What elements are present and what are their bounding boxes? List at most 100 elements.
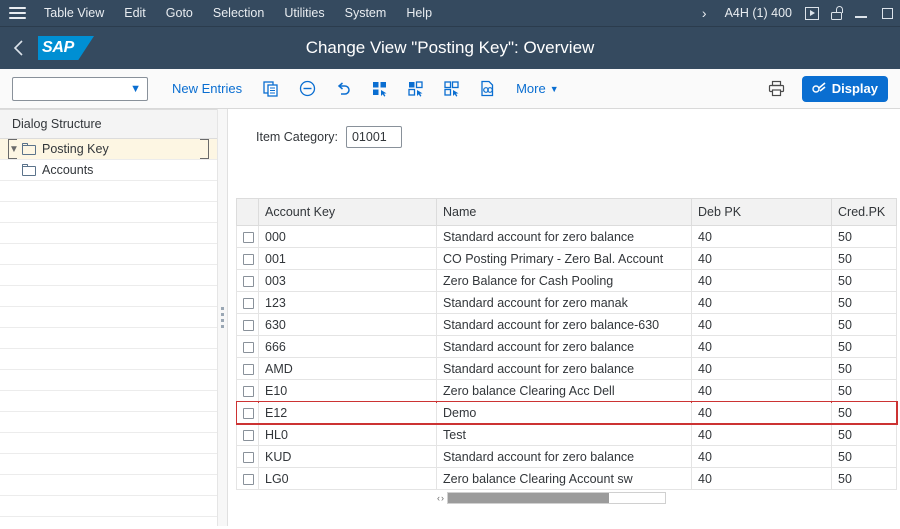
table-row[interactable]: AMD Standard account for zero balance 40…	[236, 357, 897, 380]
row-checkbox-cell[interactable]	[236, 423, 259, 446]
table-row[interactable]: 123 Standard account for zero manak 40 5…	[236, 291, 897, 314]
cell-name: Standard account for zero balance-630	[436, 313, 692, 336]
menu-item-edit[interactable]: Edit	[114, 0, 156, 27]
cell-cred-pk: 50	[831, 467, 897, 490]
row-checkbox-cell[interactable]	[236, 357, 259, 380]
table-row[interactable]: 666 Standard account for zero balance 40…	[236, 335, 897, 358]
item-category-value[interactable]: 01001	[345, 126, 402, 148]
row-checkbox-cell[interactable]	[236, 467, 259, 490]
more-menu-button[interactable]: More ▼	[506, 75, 569, 103]
scrollbar-thumb[interactable]	[448, 493, 609, 503]
menu-item-utilities[interactable]: Utilities	[274, 0, 334, 27]
undo-icon[interactable]	[326, 74, 360, 104]
hamburger-menu-icon[interactable]	[0, 0, 34, 27]
table-row[interactable]: 630 Standard account for zero balance-63…	[236, 313, 897, 336]
row-checkbox[interactable]	[243, 341, 254, 353]
menu-item-system[interactable]: System	[335, 0, 397, 27]
tree-empty-row	[0, 307, 217, 328]
scroll-left-icon[interactable]: ‹	[437, 493, 440, 503]
window-minimize-button[interactable]	[848, 0, 874, 27]
new-entries-button[interactable]: New Entries	[162, 75, 252, 103]
row-checkbox-cell[interactable]	[236, 335, 259, 358]
cell-account-key: E10	[258, 379, 437, 402]
delete-icon[interactable]	[290, 74, 324, 104]
table-horizontal-scrollbar[interactable]: ‹ ›	[434, 491, 666, 505]
sidebar-item-posting-key[interactable]: ▼ Posting Key	[0, 139, 217, 160]
column-header-name[interactable]: Name	[436, 198, 692, 226]
row-checkbox[interactable]	[243, 319, 254, 331]
chevron-down-icon[interactable]: ▼	[6, 144, 22, 155]
row-checkbox[interactable]	[243, 253, 254, 265]
back-button[interactable]	[0, 27, 36, 69]
menu-item-selection[interactable]: Selection	[203, 0, 274, 27]
lock-icon[interactable]	[824, 0, 848, 27]
row-checkbox[interactable]	[243, 473, 254, 485]
cell-name: Test	[436, 423, 692, 446]
table-row[interactable]: KUD Standard account for zero balance 40…	[236, 445, 897, 468]
scroll-right-icon[interactable]: ›	[441, 493, 444, 503]
print-icon[interactable]	[760, 74, 794, 104]
cell-deb-pk: 40	[691, 291, 832, 314]
tree-empty-row	[0, 349, 217, 370]
table-row-highlighted[interactable]: E12 Demo 40 50	[235, 400, 898, 425]
row-checkbox[interactable]	[243, 385, 254, 397]
window-maximize-button[interactable]	[874, 0, 900, 27]
menu-bar: Table View Edit Goto Selection Utilities…	[0, 0, 900, 27]
column-header-cred-pk[interactable]: Cred.PK	[831, 198, 897, 226]
new-session-icon[interactable]	[800, 0, 824, 27]
row-checkbox-cell[interactable]	[236, 269, 259, 292]
row-checkbox-cell[interactable]	[236, 445, 259, 468]
row-checkbox[interactable]	[243, 451, 254, 463]
table-row[interactable]: 001 CO Posting Primary - Zero Bal. Accou…	[236, 247, 897, 270]
column-header-account-key[interactable]: Account Key	[258, 198, 437, 226]
row-checkbox-cell[interactable]	[236, 225, 259, 248]
sidebar-item-accounts[interactable]: Accounts	[0, 160, 217, 181]
menu-item-goto[interactable]: Goto	[156, 0, 203, 27]
row-checkbox[interactable]	[243, 363, 254, 375]
cell-name: Zero balance Clearing Acc Dell	[436, 379, 692, 402]
cell-deb-pk: 40	[691, 379, 832, 402]
tree-empty-row	[0, 475, 217, 496]
panel-splitter[interactable]	[218, 109, 228, 526]
row-checkbox-cell[interactable]	[236, 313, 259, 336]
deselect-all-icon[interactable]	[434, 74, 468, 104]
row-checkbox-cell[interactable]	[236, 291, 259, 314]
variant-select[interactable]: ▼	[12, 76, 148, 101]
column-header-deb-pk[interactable]: Deb PK	[691, 198, 832, 226]
title-bar: SAP Change View "Posting Key": Overview	[0, 27, 900, 69]
row-checkbox[interactable]	[243, 429, 254, 441]
cell-name: Standard account for zero manak	[436, 291, 692, 314]
row-checkbox[interactable]	[243, 297, 254, 309]
select-block-icon[interactable]	[398, 74, 432, 104]
cell-deb-pk: 40	[691, 335, 832, 358]
row-checkbox-cell[interactable]	[236, 401, 259, 424]
find-icon[interactable]	[470, 74, 504, 104]
table-row[interactable]: E10 Zero balance Clearing Acc Dell 40 50	[236, 379, 897, 402]
cell-account-key: 666	[258, 335, 437, 358]
row-checkbox[interactable]	[243, 231, 254, 243]
menu-overflow-chevron-icon[interactable]: ›	[692, 5, 717, 21]
select-all-header-cell[interactable]	[236, 198, 259, 226]
table-row[interactable]: 000 Standard account for zero balance 40…	[236, 225, 897, 248]
display-button[interactable]: Display	[801, 75, 888, 102]
select-all-icon[interactable]	[362, 74, 396, 104]
row-checkbox[interactable]	[243, 407, 254, 419]
cell-name: Standard account for zero balance	[436, 335, 692, 358]
copy-icon[interactable]	[254, 74, 288, 104]
chevron-down-icon: ▼	[549, 83, 559, 94]
table-row[interactable]: 003 Zero Balance for Cash Pooling 40 50	[236, 269, 897, 292]
table-row[interactable]: HL0 Test 40 50	[236, 423, 897, 446]
display-mode-icon	[812, 82, 826, 93]
row-checkbox[interactable]	[243, 275, 254, 287]
cell-deb-pk: 40	[691, 225, 832, 248]
menu-item-table-view[interactable]: Table View	[34, 0, 114, 27]
cell-cred-pk: 50	[831, 401, 897, 424]
tree-empty-row	[0, 202, 217, 223]
cell-cred-pk: 50	[831, 313, 897, 336]
table-row[interactable]: LG0 Zero balance Clearing Account sw 40 …	[236, 467, 897, 490]
sap-logo[interactable]: SAP	[38, 36, 94, 60]
row-checkbox-cell[interactable]	[236, 247, 259, 270]
menu-item-help[interactable]: Help	[396, 0, 442, 27]
scrollbar-track[interactable]	[447, 492, 666, 504]
row-checkbox-cell[interactable]	[236, 379, 259, 402]
